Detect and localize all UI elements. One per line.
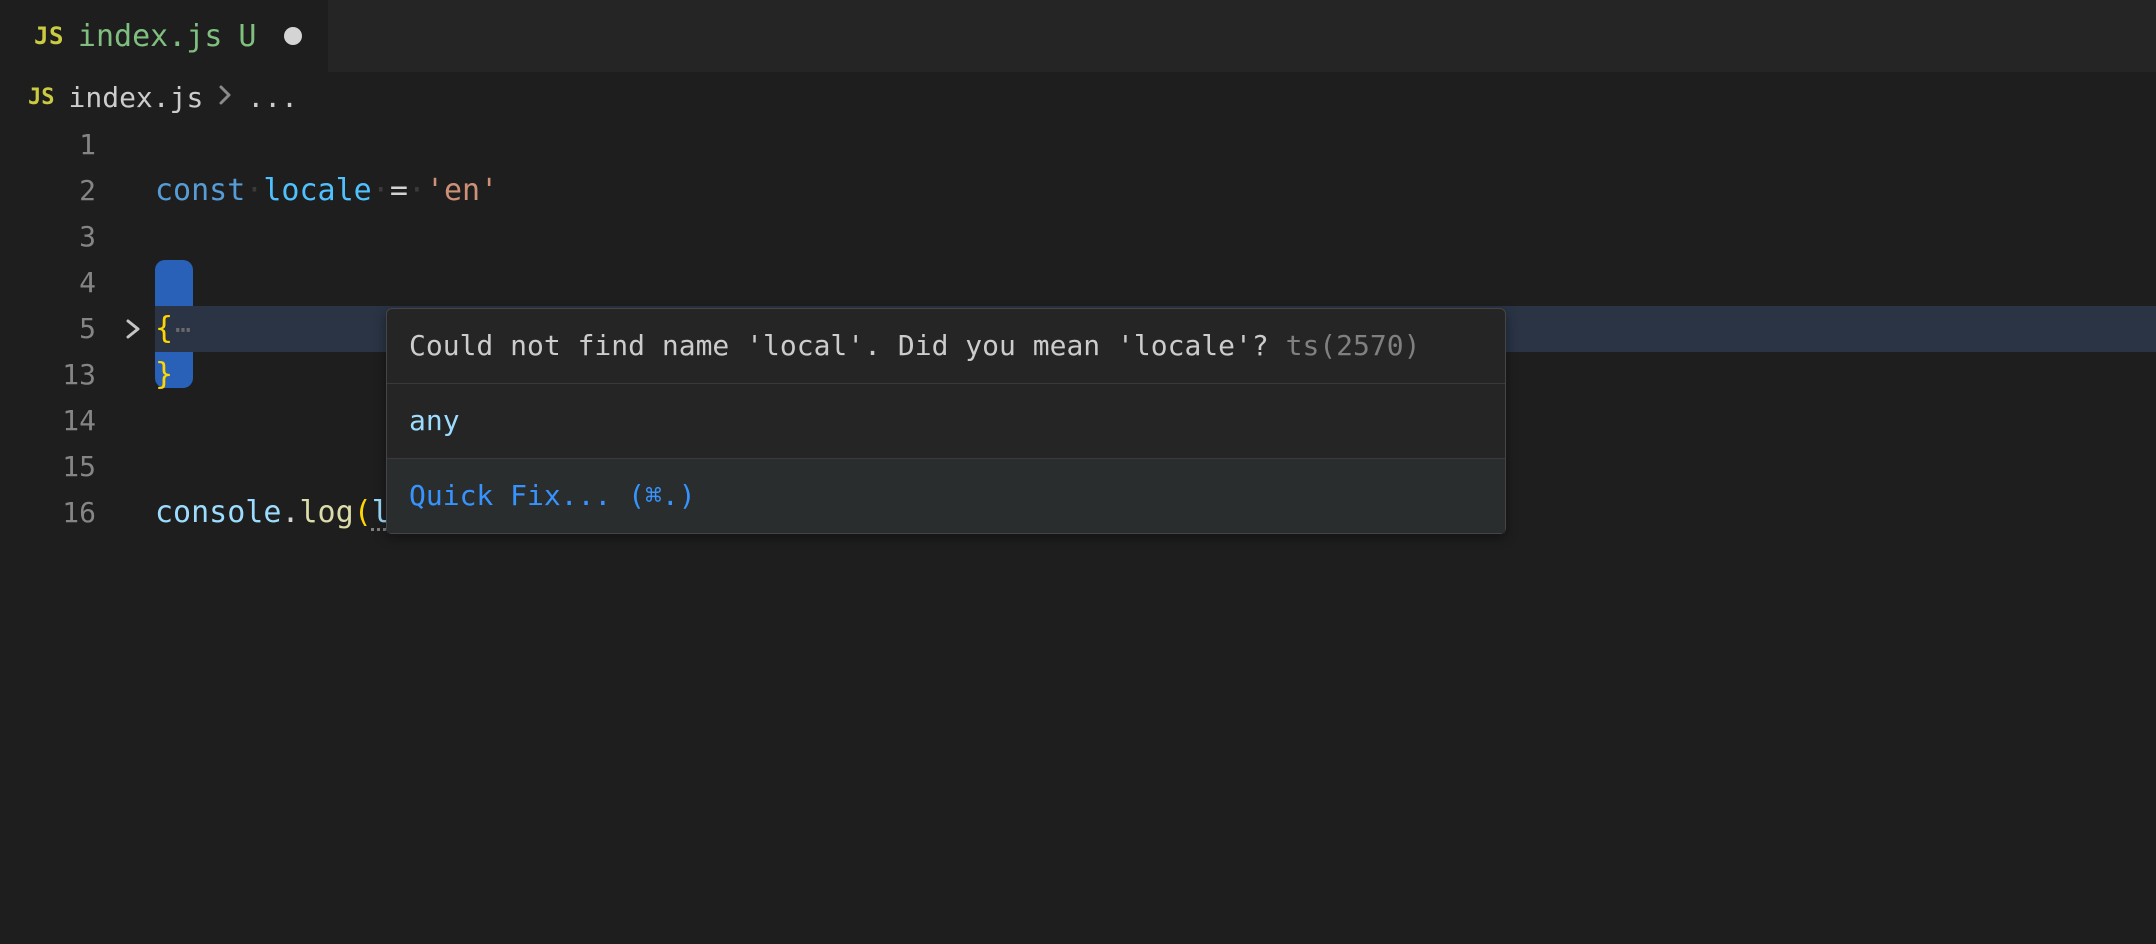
line-number: 13	[0, 352, 110, 398]
diagnostic-message-row: Could not find name 'local'. Did you mea…	[387, 309, 1505, 384]
diagnostic-message: Could not find name 'local'. Did you mea…	[409, 329, 1269, 362]
line-number: 16	[0, 490, 110, 536]
code-line[interactable]: 1	[0, 122, 2156, 168]
fold-ellipsis-icon[interactable]: ⋯	[175, 315, 191, 345]
diagnostic-code-value: ts(2570)	[1286, 329, 1421, 362]
type-signature-row: any	[387, 384, 1505, 459]
type-signature: any	[409, 404, 460, 437]
tab-git-status: U	[238, 19, 256, 54]
identifier: locale	[263, 173, 371, 208]
quick-fix-row[interactable]: Quick Fix... (⌘.)	[387, 459, 1505, 533]
brace: {	[155, 311, 173, 346]
breadcrumb-filename: index.js	[69, 81, 204, 114]
line-number: 2	[0, 168, 110, 214]
diagnostic-hover: Could not find name 'local'. Did you mea…	[386, 308, 1506, 534]
line-number: 3	[0, 214, 110, 260]
method: log	[300, 495, 354, 530]
brace: }	[155, 357, 173, 392]
tab-bar: JS index.js U	[0, 0, 2156, 72]
code-editor[interactable]: 1 2 const·locale·=·'en' 3 4 5 {⋯ 13 } 14	[0, 122, 2156, 536]
identifier: console	[155, 495, 281, 530]
editor-tab[interactable]: JS index.js U	[0, 0, 328, 72]
chevron-right-icon	[217, 81, 233, 114]
js-file-icon: JS	[34, 22, 64, 50]
code-line[interactable]: 3	[0, 214, 2156, 260]
code-line[interactable]: 4	[0, 260, 2156, 306]
breadcrumb-ellipsis: ...	[247, 81, 298, 114]
breadcrumb[interactable]: JS index.js ...	[0, 72, 2156, 122]
line-number: 5	[0, 306, 110, 352]
line-number: 14	[0, 398, 110, 444]
js-file-icon: JS	[28, 85, 55, 110]
fold-toggle[interactable]	[110, 316, 155, 342]
keyword: const	[155, 173, 245, 208]
line-number: 1	[0, 122, 110, 168]
tab-filename: index.js	[78, 19, 223, 54]
unsaved-dot-icon	[284, 27, 302, 45]
code-line[interactable]: 2 const·locale·=·'en'	[0, 168, 2156, 214]
line-number: 4	[0, 260, 110, 306]
string-literal: 'en'	[426, 173, 498, 208]
quick-fix-link[interactable]: Quick Fix... (⌘.)	[409, 479, 696, 512]
line-number: 15	[0, 444, 110, 490]
